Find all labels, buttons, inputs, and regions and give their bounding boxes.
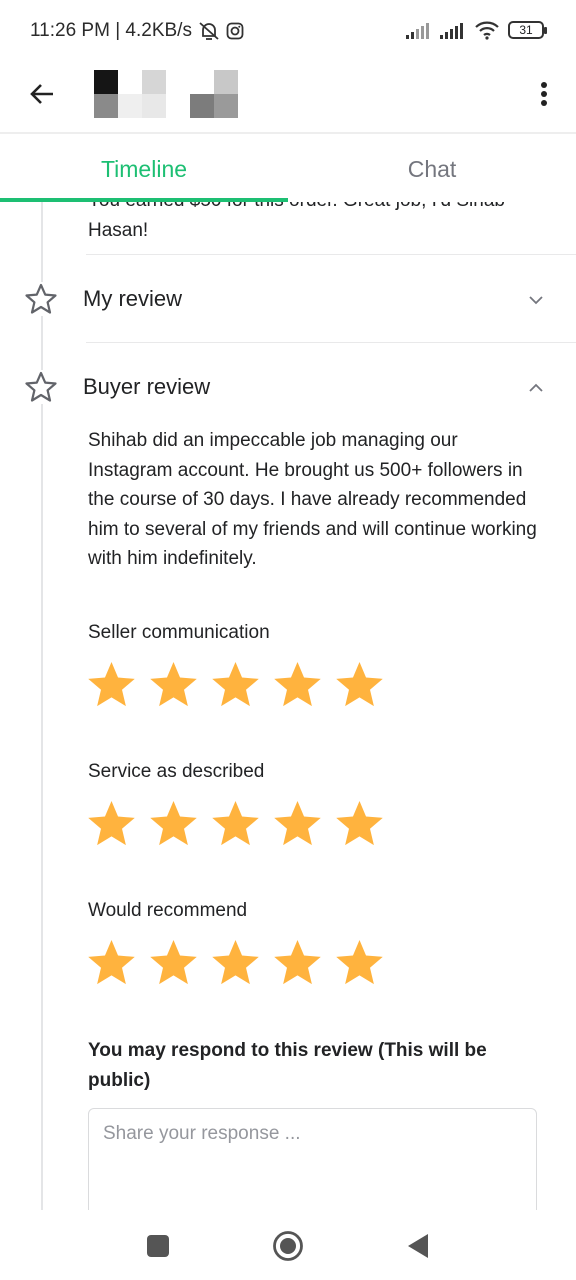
star-icon bbox=[150, 940, 197, 985]
signal-icon bbox=[406, 23, 429, 39]
back-button[interactable] bbox=[22, 74, 62, 114]
previous-event-text: You earned $50 for this order. Great job… bbox=[88, 202, 505, 241]
star-icon bbox=[150, 662, 197, 707]
divider bbox=[86, 254, 576, 255]
timeline-line bbox=[41, 202, 43, 1210]
buyer-review-title: Buyer review bbox=[83, 374, 211, 399]
avatar bbox=[94, 70, 238, 118]
tab-bar: Timeline Chat bbox=[0, 136, 576, 202]
tab-chat[interactable]: Chat bbox=[288, 136, 576, 202]
star-icon bbox=[274, 801, 321, 846]
star-icon bbox=[212, 940, 259, 985]
star-icon bbox=[336, 662, 383, 707]
back-nav-button[interactable] bbox=[402, 1230, 434, 1262]
star-icon bbox=[274, 662, 321, 707]
status-time-speed: 11:26 PM | 4.2KB/s bbox=[30, 20, 192, 41]
star-icon bbox=[212, 662, 259, 707]
status-bar: 11:26 PM | 4.2KB/s 31 bbox=[0, 0, 576, 62]
instagram-icon bbox=[226, 22, 244, 40]
back-arrow-icon bbox=[30, 84, 53, 104]
divider bbox=[86, 342, 576, 343]
rating-label-would-recommend: Would recommend bbox=[88, 900, 248, 921]
tab-timeline[interactable]: Timeline bbox=[0, 136, 288, 202]
star-icon bbox=[88, 662, 135, 707]
buyer-review-header[interactable]: Buyer review bbox=[0, 364, 576, 412]
response-box[interactable] bbox=[88, 1108, 537, 1210]
buyer-review-text: Shihab did an impeccable job managing ou… bbox=[88, 430, 537, 569]
home-button[interactable] bbox=[272, 1230, 304, 1262]
star-icon bbox=[336, 801, 383, 846]
star-icon bbox=[212, 801, 259, 846]
my-review-header[interactable]: My review bbox=[0, 276, 576, 324]
rating-stars bbox=[86, 938, 385, 989]
status-left: 11:26 PM | 4.2KB/s bbox=[30, 20, 244, 42]
rating-label-service-as-described: Service as described bbox=[88, 761, 265, 782]
star-icon bbox=[88, 801, 135, 846]
more-vertical-icon bbox=[541, 82, 547, 106]
battery-indicator: 31 bbox=[508, 21, 547, 39]
status-right: 31 bbox=[406, 20, 547, 40]
signal-icon bbox=[440, 23, 463, 39]
wifi-icon bbox=[475, 21, 499, 40]
system-nav-bar bbox=[0, 1210, 576, 1280]
star-icon bbox=[274, 940, 321, 985]
star-outline-icon bbox=[24, 282, 58, 316]
square-icon bbox=[147, 1235, 169, 1257]
star-outline-icon bbox=[24, 370, 58, 404]
my-review-title: My review bbox=[83, 286, 183, 311]
chevron-up-icon[interactable] bbox=[526, 378, 546, 398]
recents-button[interactable] bbox=[142, 1230, 174, 1262]
respond-title: You may respond to this review (This wil… bbox=[88, 1040, 487, 1091]
rating-stars bbox=[86, 660, 385, 711]
home-circle-icon bbox=[273, 1231, 303, 1261]
rating-label-seller-communication: Seller communication bbox=[88, 622, 270, 643]
star-icon bbox=[150, 801, 197, 846]
rating-stars bbox=[86, 799, 385, 850]
star-icon bbox=[88, 940, 135, 985]
mute-bell-icon bbox=[199, 22, 219, 40]
app-bar bbox=[0, 62, 576, 134]
star-icon bbox=[336, 940, 383, 985]
response-input[interactable] bbox=[103, 1123, 522, 1203]
timeline-content[interactable]: You earned $50 for this order. Great job… bbox=[0, 202, 576, 1210]
chevron-down-icon[interactable] bbox=[526, 290, 546, 310]
triangle-back-icon bbox=[408, 1234, 428, 1258]
more-options-button[interactable] bbox=[530, 74, 558, 114]
